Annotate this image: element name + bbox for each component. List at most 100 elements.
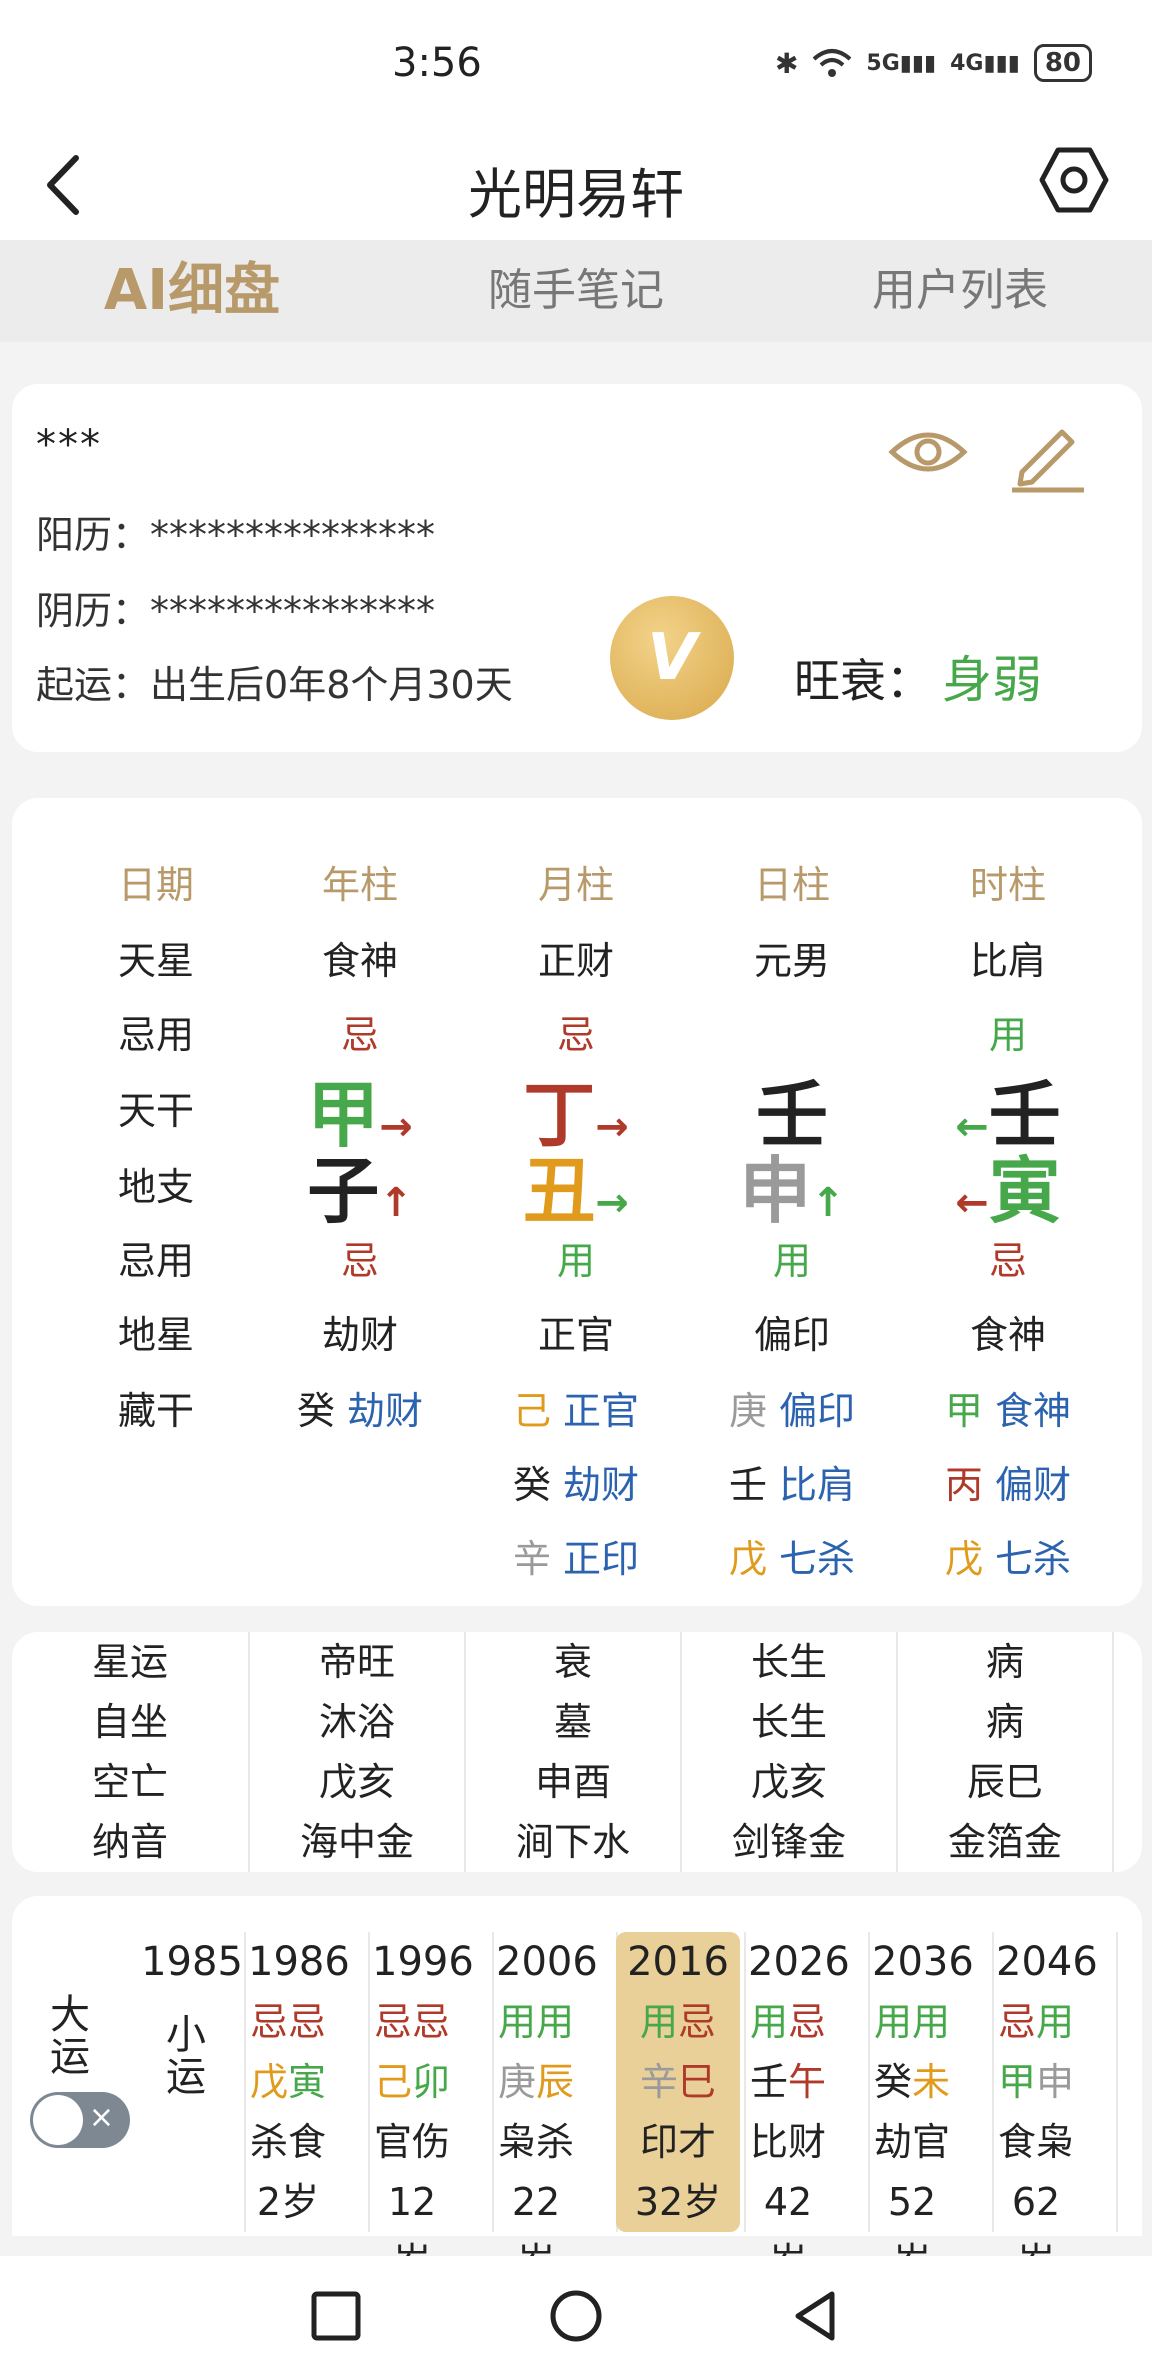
pillar-year-canggan-1: 癸 劫财 <box>296 1389 424 1433</box>
star-cell: 海中金 <box>299 1820 414 1864</box>
solar-date-row: 阳历：*************** <box>36 504 435 559</box>
wangshuai-row: 旺衰： 身弱 <box>794 640 1042 712</box>
lunar-label: 阴历： <box>36 589 151 633</box>
toggle-knob <box>33 2095 83 2145</box>
star-cell: 辰巳 <box>966 1760 1043 1804</box>
star-column-day: 长生 长生 戊亥 剑锋金 <box>682 1632 898 1872</box>
arrow-up-icon: ↑ <box>379 1180 413 1226</box>
dayun-divider <box>868 1932 870 2232</box>
pillar-year-header: 年柱 <box>321 863 398 907</box>
pillar-day-canggan-1: 庚 偏印 <box>728 1389 856 1433</box>
star-cell: 申酉 <box>534 1760 611 1804</box>
pillar-month-dixing: 正官 <box>537 1313 614 1357</box>
settings-icon[interactable] <box>1038 144 1110 216</box>
star-cell: 帝旺 <box>318 1640 395 1684</box>
dayun-column-1986[interactable]: 1986 忌忌 戊寅 杀食 2岁 <box>248 1932 350 2232</box>
star-label-column: 星运 自坐 空亡 纳音 <box>12 1632 250 1872</box>
dayun-column-2046[interactable]: 2046 忌用 甲申 食枭 62岁 <box>996 1932 1098 2284</box>
signal-5g-icon: 5G▮▮▮ <box>866 50 937 76</box>
pillar-month-canggan-1: 己 正官 <box>512 1389 640 1433</box>
dayun-divider <box>492 1932 494 2232</box>
dayun-column-2006[interactable]: 2006 用用 庚辰 枭杀 22岁 <box>496 1932 598 2284</box>
star-cell: 涧下水 <box>515 1820 630 1864</box>
solar-value: *************** <box>150 513 436 557</box>
xiaoyun-label: 小运 <box>166 2012 206 2100</box>
star-cell: 金箔金 <box>947 1820 1062 1864</box>
star-column-month: 衰 墓 申酉 涧下水 <box>466 1632 682 1872</box>
tab-user-list[interactable]: 用户列表 <box>768 240 1152 342</box>
lunar-date-row: 阴历：*************** <box>36 580 435 635</box>
vip-badge-icon: V <box>610 596 734 720</box>
recent-apps-icon[interactable] <box>306 2286 366 2346</box>
qiyun-value: 出生后0年8个月30天 <box>150 663 513 707</box>
row-label-tiangan: 天干 <box>117 1089 194 1133</box>
dayun-divider <box>992 1932 994 2232</box>
star-label-kongwang: 空亡 <box>91 1760 168 1804</box>
row-label-jiyong: 忌用 <box>117 1013 194 1057</box>
pillar-month-tianxing: 正财 <box>537 939 614 983</box>
dayun-label: 大运 <box>50 1992 90 2080</box>
row-label-dixing: 地星 <box>117 1313 194 1357</box>
pillar-hour-jiyong: 用 <box>988 1013 1027 1057</box>
edit-icon[interactable] <box>1008 414 1088 494</box>
dayun-first-year[interactable]: 1985 <box>136 1932 248 1992</box>
star-cell: 戊亥 <box>318 1760 395 1804</box>
wifi-icon <box>813 49 852 77</box>
pillar-hour-canggan-1: 甲 食神 <box>944 1389 1072 1433</box>
star-label-zizuo: 自坐 <box>91 1700 168 1744</box>
pillars-card: 日期 天星 忌用 天干 地支 忌用 地星 藏干 年柱 食神 忌 甲→ 子↑ 忌 … <box>12 798 1142 1606</box>
status-bar: 3:56 ✱ 5G▮▮▮ 4G▮▮▮ 80 <box>0 0 1152 130</box>
pillar-month-header: 月柱 <box>537 863 614 907</box>
tab-notes[interactable]: 随手笔记 <box>384 240 768 342</box>
arrow-up-icon: ↑ <box>811 1180 845 1226</box>
tab-bar: AI细盘 随手笔记 用户列表 <box>0 240 1152 342</box>
wangshuai-value: 身弱 <box>942 651 1042 709</box>
status-icons: ✱ 5G▮▮▮ 4G▮▮▮ 80 <box>775 44 1092 82</box>
arrow-left-icon: ← <box>955 1180 989 1226</box>
tab-ai-xipan[interactable]: AI细盘 <box>0 240 384 342</box>
row-label-jiyong2: 忌用 <box>117 1239 194 1283</box>
solar-label: 阳历： <box>36 513 151 557</box>
home-icon[interactable] <box>546 2286 606 2346</box>
close-icon: × <box>88 2100 114 2135</box>
dayun-column-2036[interactable]: 2036 用用 癸未 劫官 52岁 <box>872 1932 974 2284</box>
star-cell: 病 <box>985 1640 1024 1684</box>
dayun-divider <box>1116 1932 1118 2232</box>
dayun-toggle[interactable]: × <box>30 2092 130 2148</box>
dayun-column-2016-selected[interactable]: 2016 用忌 辛巳 印才 32岁 <box>616 1932 740 2232</box>
pillar-year-jiyong2: 忌 <box>340 1239 379 1283</box>
pillar-hour-header: 时柱 <box>969 863 1046 907</box>
dayun-column-1996[interactable]: 1996 忌忌 己卯 官伤 12岁 <box>372 1932 474 2284</box>
star-column-year: 帝旺 沐浴 戊亥 海中金 <box>250 1632 466 1872</box>
pillar-month-canggan-3: 辛 正印 <box>512 1537 640 1581</box>
pillar-month-jiyong2: 用 <box>556 1239 595 1283</box>
dayun-card: 大运 小运 × 1985 1986 忌忌 戊寅 杀食 2岁 1996 忌忌 己卯… <box>12 1896 1142 2284</box>
row-label-tianxing: 天星 <box>117 939 194 983</box>
star-cell: 长生 <box>750 1700 827 1744</box>
eye-icon[interactable] <box>888 422 968 482</box>
star-cell: 墓 <box>553 1700 592 1744</box>
star-cell: 衰 <box>553 1640 592 1684</box>
battery-icon: 80 <box>1033 44 1092 82</box>
pillar-day-canggan-3: 戊 七杀 <box>728 1537 856 1581</box>
pillar-day-jiyong2: 用 <box>772 1239 811 1283</box>
pillar-year-zhi: 子 <box>307 1149 380 1233</box>
status-time: 3:56 <box>392 40 482 86</box>
pillar-hour-tianxing: 比肩 <box>969 939 1046 983</box>
pillar-hour-dixing: 食神 <box>969 1313 1046 1357</box>
app-header: 光明易轩 <box>0 130 1152 240</box>
profile-name: *** <box>36 422 102 468</box>
pillar-day-tianxing: 元男 <box>753 939 830 983</box>
dayun-column-2026[interactable]: 2026 用忌 壬午 比财 42岁 <box>748 1932 850 2284</box>
pillar-month-jiyong: 忌 <box>556 1013 595 1057</box>
profile-card: *** 阳历：*************** 阴历：**************… <box>12 384 1142 752</box>
qiyun-row: 起运：出生后0年8个月30天 <box>36 654 513 709</box>
pillar-day-header: 日柱 <box>753 863 830 907</box>
pillar-year-tianxing: 食神 <box>321 939 398 983</box>
star-cell: 戊亥 <box>750 1760 827 1804</box>
row-label-dizhi: 地支 <box>117 1165 194 1209</box>
star-cell: 剑锋金 <box>731 1820 846 1864</box>
lunar-value: *************** <box>150 589 436 633</box>
system-nav-bar <box>0 2256 1152 2376</box>
back-nav-icon[interactable] <box>786 2286 846 2346</box>
